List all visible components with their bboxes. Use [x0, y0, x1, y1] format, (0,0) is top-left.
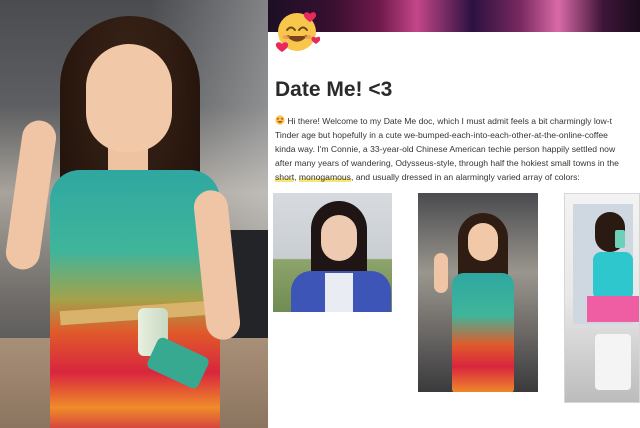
gallery-photo-tie-dye-dress[interactable] — [418, 193, 538, 392]
teal-top — [593, 252, 633, 300]
highlighted-word-short: short — [275, 172, 295, 182]
intro-line: short, monogamous, and usually dressed i… — [275, 170, 635, 184]
heart-eyes-icon — [275, 115, 285, 125]
white-boots — [595, 334, 631, 390]
intro-line-text: after many years of wandering, Odysseus-… — [275, 158, 619, 168]
intro-line: after many years of wandering, Odysseus-… — [275, 156, 635, 170]
page-cover-image — [268, 0, 640, 32]
intro-line-text: kinda way. I'm Connie, a 33-year-old Chi… — [275, 144, 616, 154]
gallery-photo-selfie-outdoors[interactable] — [273, 193, 392, 312]
phone — [615, 230, 625, 248]
person-face — [86, 44, 172, 152]
photo-person — [3, 10, 242, 428]
intro-line-text: , and usually dressed in an alarmingly v… — [350, 172, 580, 182]
peace-sign-hand — [434, 253, 448, 293]
white-shirt — [325, 273, 353, 312]
intro-line: Hi there! Welcome to my Date Me doc, whi… — [275, 114, 635, 128]
gallery-photo-mirror-selfie[interactable] — [564, 193, 640, 403]
page-title: Date Me! <3 — [275, 78, 393, 101]
intro-line-text: Hi there! Welcome to my Date Me doc, whi… — [287, 116, 612, 126]
date-me-doc-page: Date Me! <3 Hi there! Welcome to my Date… — [268, 0, 640, 428]
intro-line: Tinder age but hopefully in a cute we-bu… — [275, 128, 635, 142]
person-face — [321, 215, 357, 261]
tie-dye-dress — [452, 273, 514, 392]
highlighted-word-monogamous: monogamous — [298, 172, 351, 182]
smiling-face-with-hearts-icon[interactable] — [274, 8, 321, 54]
intro-line: kinda way. I'm Connie, a 33-year-old Chi… — [275, 142, 635, 156]
profile-photo-large — [0, 0, 268, 428]
person-face — [468, 223, 498, 261]
intro-paragraph: Hi there! Welcome to my Date Me doc, whi… — [275, 114, 635, 184]
pink-skirt — [587, 296, 639, 322]
intro-line-text: Tinder age but hopefully in a cute we-bu… — [275, 130, 608, 140]
